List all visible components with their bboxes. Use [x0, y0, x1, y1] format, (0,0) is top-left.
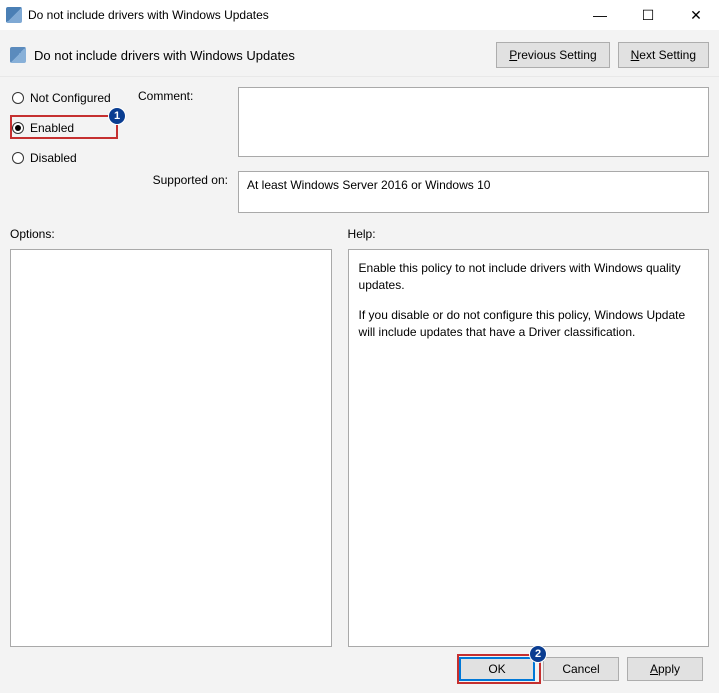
- subheader: Do not include drivers with Windows Upda…: [0, 30, 719, 77]
- comment-label: Comment:: [138, 87, 228, 103]
- cancel-button[interactable]: Cancel: [543, 657, 619, 681]
- close-button[interactable]: ✕: [681, 7, 711, 24]
- policy-dialog: Do not include drivers with Windows Upda…: [0, 0, 719, 693]
- help-paragraph: Enable this policy to not include driver…: [359, 260, 698, 295]
- radio-icon: [12, 92, 24, 104]
- body-area: Not Configured Enabled Disabled 1 Commen…: [0, 77, 719, 693]
- annotation-badge-1: 1: [108, 107, 126, 125]
- nav-buttons: Previous Setting Next Setting: [496, 42, 709, 68]
- ok-button[interactable]: OK: [459, 657, 535, 681]
- app-icon: [6, 7, 22, 23]
- radio-not-configured[interactable]: Not Configured: [10, 89, 130, 107]
- titlebar: Do not include drivers with Windows Upda…: [0, 0, 719, 30]
- annotation-badge-2: 2: [529, 645, 547, 663]
- window-controls: — ☐ ✕: [585, 7, 717, 24]
- radio-label: Not Configured: [30, 91, 111, 105]
- supported-row: Supported on: At least Windows Server 20…: [138, 171, 709, 213]
- comment-textarea[interactable]: [238, 87, 709, 157]
- top-section: Not Configured Enabled Disabled 1 Commen…: [10, 87, 709, 213]
- radio-disabled[interactable]: Disabled: [10, 149, 130, 167]
- options-box[interactable]: [10, 249, 332, 647]
- radio-icon: [12, 122, 24, 134]
- previous-setting-button[interactable]: Previous Setting: [496, 42, 609, 68]
- dialog-button-row: 2 OK Cancel Apply: [10, 647, 709, 689]
- help-label: Help:: [348, 227, 709, 241]
- help-panel: Help: Enable this policy to not include …: [348, 227, 709, 647]
- help-box: Enable this policy to not include driver…: [348, 249, 709, 647]
- policy-title: Do not include drivers with Windows Upda…: [34, 48, 496, 63]
- minimize-button[interactable]: —: [585, 7, 615, 24]
- options-label: Options:: [10, 227, 332, 241]
- radio-label: Disabled: [30, 151, 77, 165]
- help-paragraph: If you disable or do not configure this …: [359, 307, 698, 342]
- window-title: Do not include drivers with Windows Upda…: [28, 8, 585, 22]
- comment-row: Comment:: [138, 87, 709, 157]
- supported-text: At least Windows Server 2016 or Windows …: [238, 171, 709, 213]
- radio-icon: [12, 152, 24, 164]
- next-setting-button[interactable]: Next Setting: [618, 42, 709, 68]
- supported-label: Supported on:: [138, 171, 228, 187]
- fields-column: Comment: Supported on: At least Windows …: [138, 87, 709, 213]
- options-panel: Options:: [10, 227, 332, 647]
- policy-icon: [10, 47, 26, 63]
- radio-label: Enabled: [30, 121, 74, 135]
- lower-section: Options: Help: Enable this policy to not…: [10, 227, 709, 647]
- maximize-button[interactable]: ☐: [633, 7, 663, 24]
- apply-button[interactable]: Apply: [627, 657, 703, 681]
- state-radio-group: Not Configured Enabled Disabled 1: [10, 87, 130, 213]
